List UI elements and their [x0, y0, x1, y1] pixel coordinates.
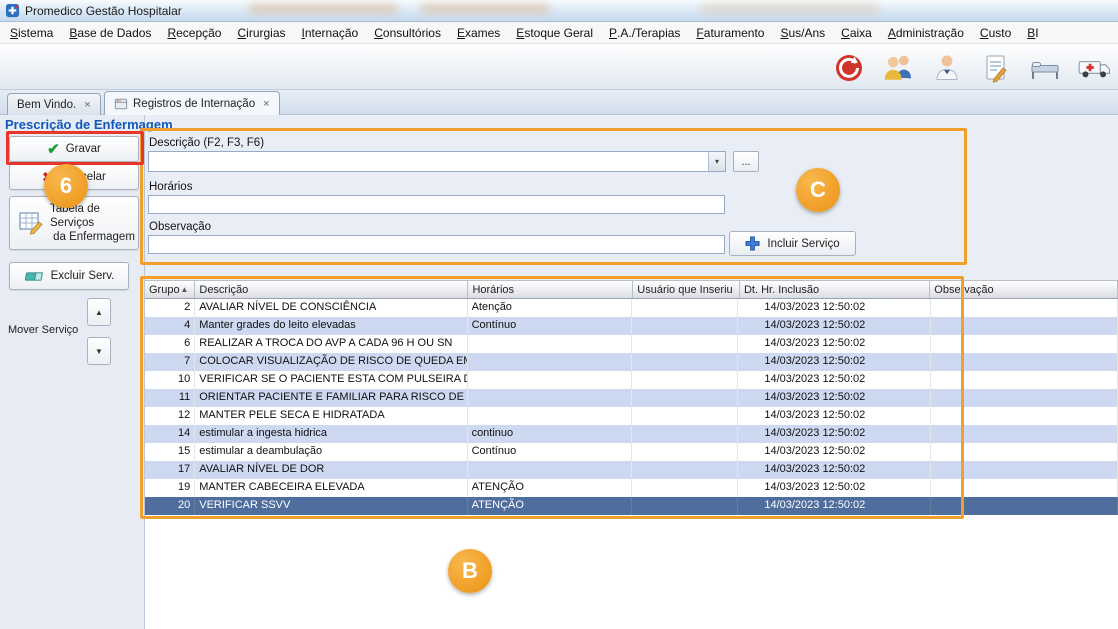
annotation-orange-box-table	[140, 276, 964, 519]
patients-group-icon[interactable]	[880, 50, 916, 86]
redacted-smudge	[420, 3, 550, 14]
excluir-servico-label: Excluir Serv.	[51, 270, 115, 282]
sync-icon[interactable]	[831, 50, 867, 86]
arrow-up-icon: ▲	[95, 308, 103, 317]
prescription-icon[interactable]	[978, 50, 1014, 86]
menu-item-administra-o[interactable]: Administração	[880, 22, 972, 43]
menu-item-caixa[interactable]: Caixa	[833, 22, 880, 43]
tab-label: Bem Vindo.	[17, 99, 76, 111]
toolbar-icons	[827, 48, 1116, 88]
annotation-label-b: B	[448, 549, 492, 593]
app-icon	[5, 3, 20, 18]
redacted-smudge	[700, 3, 880, 14]
move-down-button[interactable]: ▼	[87, 337, 111, 365]
menu-item-consult-rios[interactable]: Consultórios	[366, 22, 449, 43]
eraser-icon	[24, 270, 45, 283]
menu-item-exames[interactable]: Exames	[449, 22, 508, 43]
tab-bem-vindo[interactable]: Bem Vindo. ×	[7, 93, 101, 115]
menu-item-sistema[interactable]: Sistema	[2, 22, 61, 43]
menu-item-sus-ans[interactable]: Sus/Ans	[772, 22, 833, 43]
annotation-step-badge: 6	[44, 164, 88, 208]
ambulance-icon[interactable]	[1076, 50, 1112, 86]
arrow-down-icon: ▼	[95, 347, 103, 356]
annotation-label-c: C	[796, 168, 840, 212]
mover-servico-label: Mover Serviço	[8, 324, 78, 336]
tab-label: Registros de Internação	[133, 98, 255, 110]
registros-tab-icon	[114, 97, 128, 111]
tab-registros-internacao[interactable]: Registros de Internação ×	[104, 91, 280, 115]
menubar: SistemaBase de DadosRecepçãoCirurgiasInt…	[0, 22, 1118, 44]
tab-close-icon[interactable]: ×	[263, 98, 269, 110]
menu-item-custo[interactable]: Custo	[972, 22, 1019, 43]
menu-item-base-de-dados[interactable]: Base de Dados	[61, 22, 159, 43]
hospital-bed-icon[interactable]	[1027, 50, 1063, 86]
window-title: Promedico Gestão Hospitalar	[25, 4, 182, 18]
titlebar: Promedico Gestão Hospitalar	[0, 0, 1118, 22]
table-icon	[18, 210, 44, 236]
menu-item-p-a-terapias[interactable]: P.A./Terapias	[601, 22, 688, 43]
annotation-red-box	[6, 131, 144, 165]
menu-item-interna-o[interactable]: Internação	[294, 22, 367, 43]
doctor-icon[interactable]	[929, 50, 965, 86]
menu-item-bi[interactable]: BI	[1019, 22, 1046, 43]
redacted-smudge	[248, 3, 398, 14]
menu-item-estoque-geral[interactable]: Estoque Geral	[508, 22, 601, 43]
menu-item-recep-o[interactable]: Recepção	[159, 22, 229, 43]
tab-close-icon[interactable]: ×	[84, 99, 90, 111]
move-up-button[interactable]: ▲	[87, 298, 111, 326]
excluir-servico-button[interactable]: Excluir Serv.	[9, 262, 129, 290]
menu-item-cirurgias[interactable]: Cirurgias	[229, 22, 293, 43]
menu-item-faturamento[interactable]: Faturamento	[688, 22, 772, 43]
annotation-orange-box-form	[140, 128, 967, 265]
tabela-servicos-label: Tabela de Serviços da Enfermagem	[50, 202, 138, 244]
